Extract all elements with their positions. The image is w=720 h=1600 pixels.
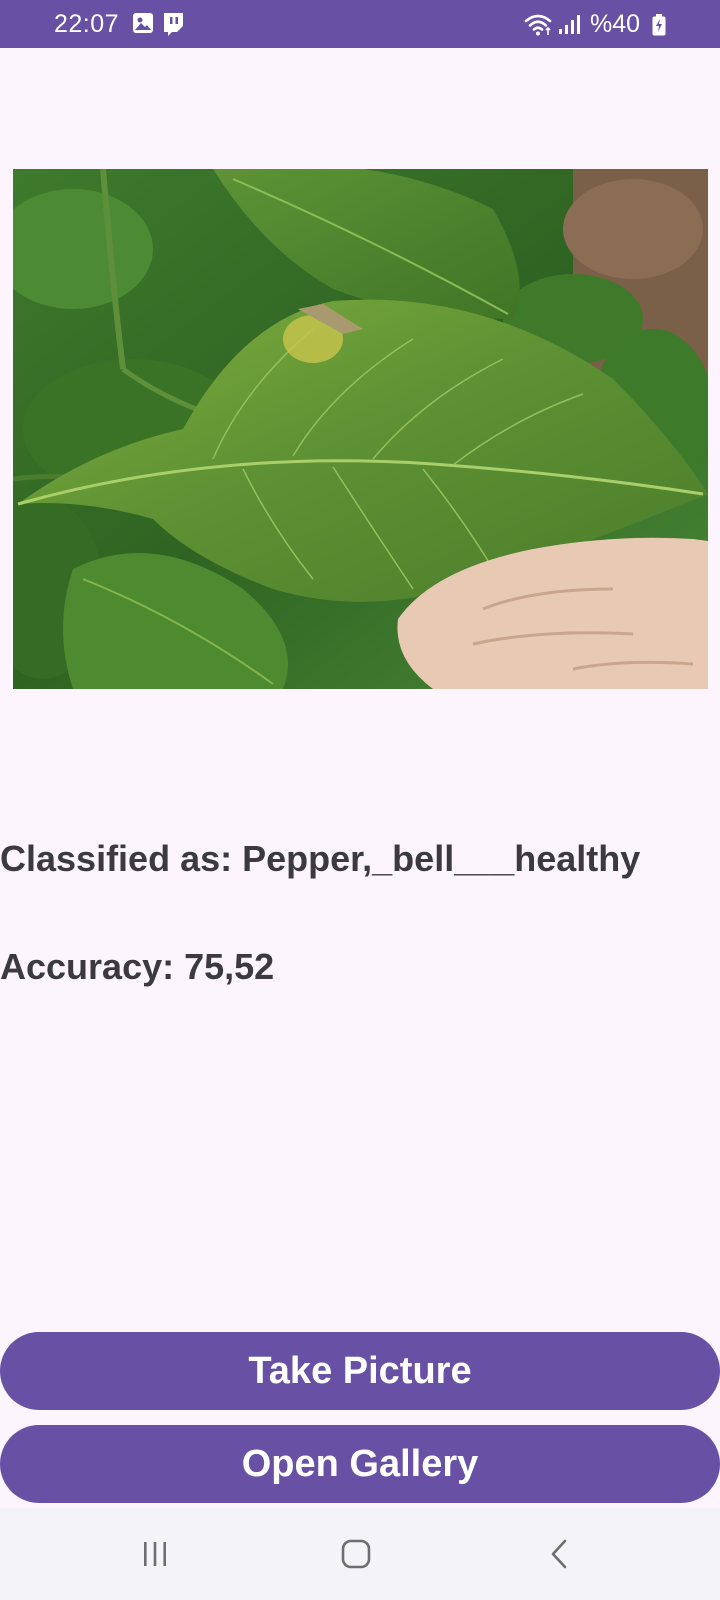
open-gallery-button[interactable]: Open Gallery <box>0 1425 720 1503</box>
home-icon[interactable] <box>334 1532 378 1576</box>
battery-charging-icon <box>652 14 666 36</box>
accuracy-result: Accuracy: 75,52 <box>0 946 275 987</box>
status-time: 22:07 <box>54 10 120 38</box>
recent-apps-icon[interactable] <box>133 1532 177 1576</box>
signal-icon <box>559 15 580 34</box>
twitch-notification-icon <box>164 13 183 36</box>
pepper-leaf-image <box>13 169 708 689</box>
take-picture-button[interactable]: Take Picture <box>0 1332 720 1410</box>
wifi-icon <box>524 14 552 36</box>
gallery-notification-icon <box>133 13 153 33</box>
classification-result: Classified as: Pepper,_bell___healthy <box>0 838 641 879</box>
battery-percentage: %40 <box>590 10 641 38</box>
leaf-photo <box>13 169 708 689</box>
navigation-bar <box>0 1508 720 1600</box>
back-icon[interactable] <box>538 1532 582 1576</box>
status-bar: 22:07 %40 <box>0 0 720 48</box>
